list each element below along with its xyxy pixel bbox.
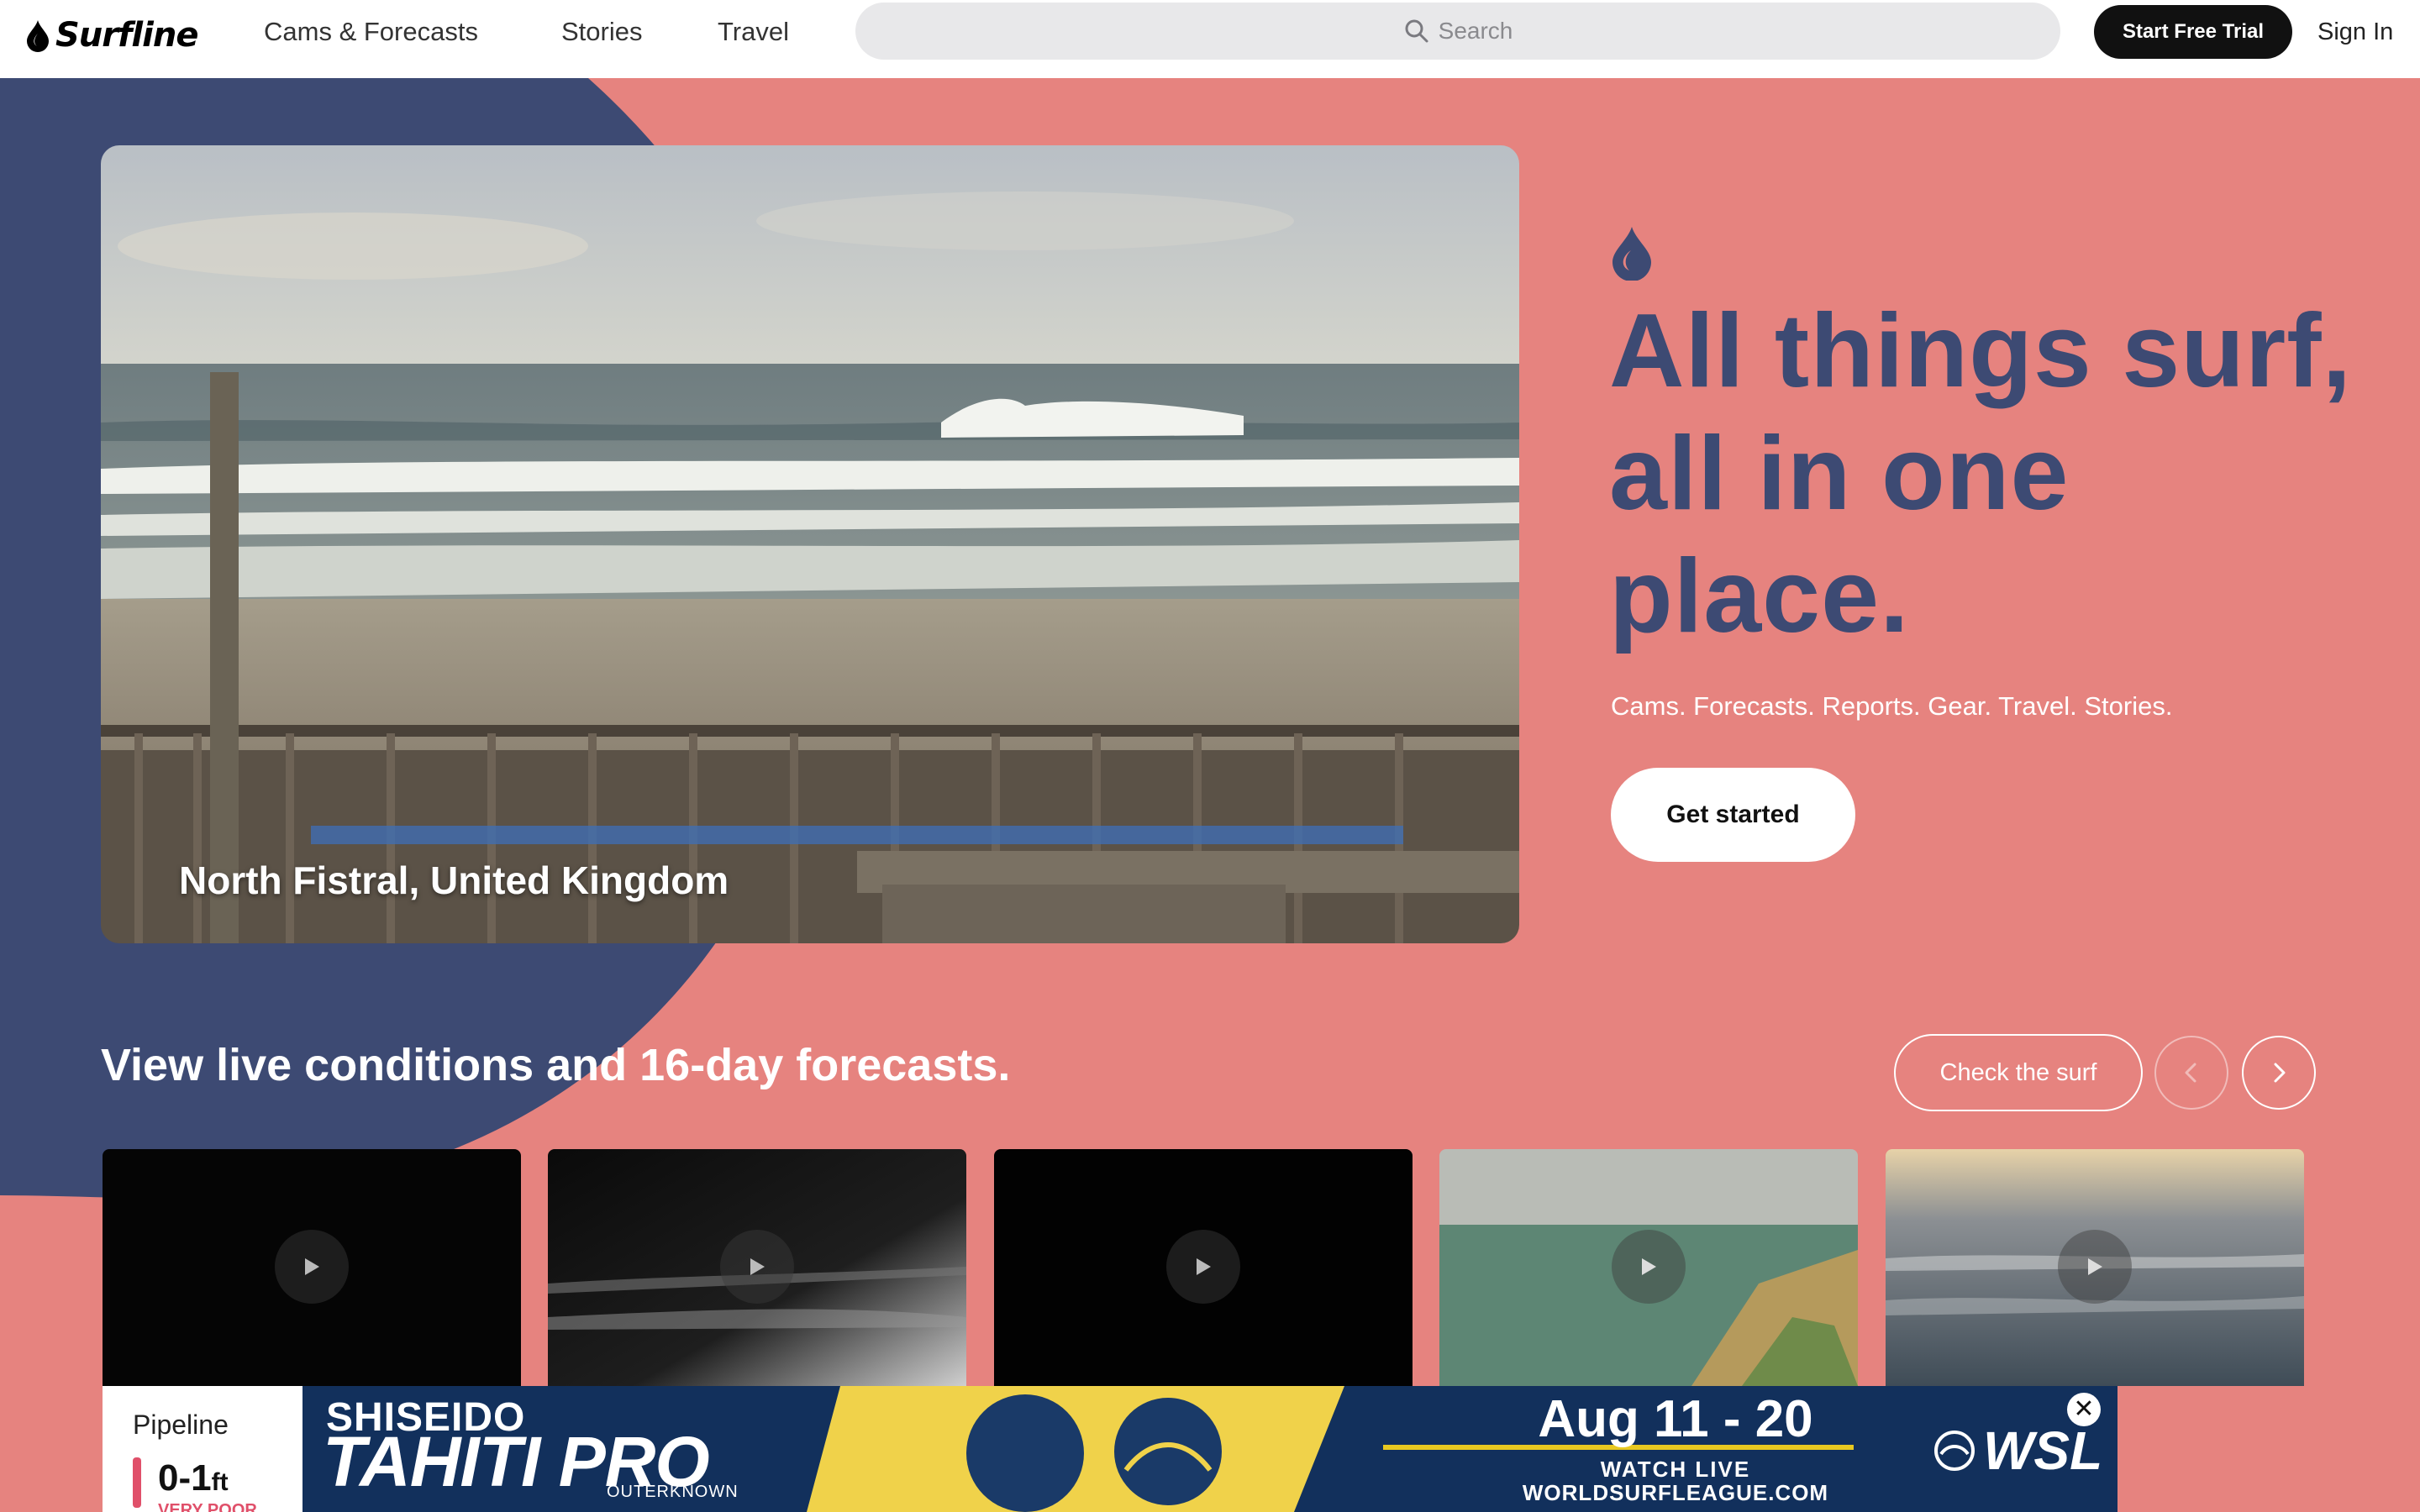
search-placeholder: Search xyxy=(1438,18,1513,44)
ad-presenter: OUTERKNOWN xyxy=(607,1483,739,1501)
start-free-trial-button[interactable]: Start Free Trial xyxy=(2094,5,2292,59)
wsl-wave-icon xyxy=(1934,1431,1975,1471)
top-nav: Surfline Cams & Forecasts Stories Travel… xyxy=(0,0,2420,78)
ad-watch-live: WATCH LIVE xyxy=(1600,1457,1751,1482)
search-input[interactable]: Search xyxy=(855,3,2060,60)
tahiti-pro-ad-banner[interactable]: SHISEIDO TAHITI PRO OUTERKNOWN Aug 11 - … xyxy=(302,1386,2118,1512)
beach-scene-image xyxy=(101,145,1519,943)
condition-rating: VERY POOR xyxy=(158,1501,257,1512)
get-started-button[interactable]: Get started xyxy=(1611,768,1855,862)
wave-height: 0-1ft xyxy=(158,1457,229,1499)
search-icon xyxy=(1405,19,1428,43)
hero-location-caption: North Fistral, United Kingdom xyxy=(179,858,729,902)
wsl-logo: WSL xyxy=(1933,1420,2102,1482)
nav-travel[interactable]: Travel xyxy=(718,15,789,49)
hero-cam-image[interactable]: North Fistral, United Kingdom xyxy=(101,145,1519,943)
play-icon[interactable] xyxy=(1612,1230,1686,1304)
play-icon[interactable] xyxy=(2058,1230,2132,1304)
surfline-logo[interactable]: Surfline xyxy=(25,10,198,60)
hero-heading: All things surf, all in one place. xyxy=(1609,293,2352,654)
conditions-title: View live conditions and 16-day forecast… xyxy=(101,1040,1011,1090)
nav-stories[interactable]: Stories xyxy=(561,15,642,49)
hero-subheading: Cams. Forecasts. Reports. Gear. Travel. … xyxy=(1611,691,2173,721)
close-ad-button[interactable]: ✕ xyxy=(2067,1393,2101,1426)
condition-color-bar xyxy=(133,1457,141,1508)
carousel-next-button[interactable] xyxy=(2242,1036,2316,1110)
drop-logo-icon xyxy=(27,20,49,52)
brand-name: Surfline xyxy=(55,16,198,55)
ad-dates: Aug 11 - 20 xyxy=(1538,1390,1813,1448)
check-the-surf-button[interactable]: Check the surf xyxy=(1894,1034,2143,1111)
play-icon[interactable] xyxy=(1166,1230,1240,1304)
carousel-prev-button[interactable] xyxy=(2154,1036,2228,1110)
ad-url: WORLDSURFLEAGUE.COM xyxy=(1522,1480,1829,1505)
chevron-right-icon xyxy=(2274,1063,2286,1083)
sign-in-link[interactable]: Sign In xyxy=(2317,15,2393,49)
play-icon[interactable] xyxy=(275,1230,349,1304)
surfline-drop-icon xyxy=(1612,227,1651,281)
chevron-left-icon xyxy=(2185,1063,2196,1083)
play-icon[interactable] xyxy=(720,1230,794,1304)
nav-cams-forecasts[interactable]: Cams & Forecasts xyxy=(264,15,478,49)
